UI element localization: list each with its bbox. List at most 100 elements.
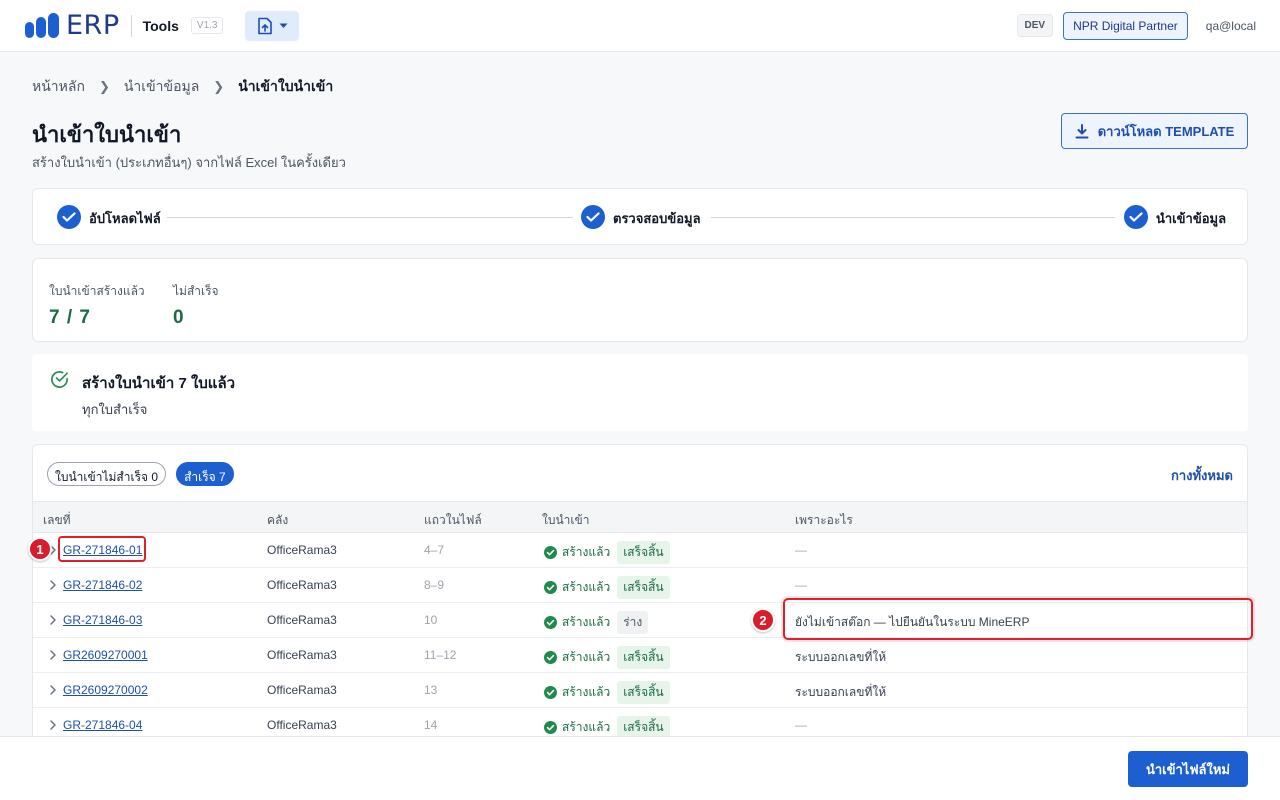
- chevron-right-icon[interactable]: [47, 578, 59, 592]
- check-circle-icon: [544, 651, 557, 664]
- chevron-right-icon[interactable]: [47, 683, 59, 697]
- file-rows-cell: 4–7: [424, 543, 445, 557]
- receipt-number-link[interactable]: GR-271846-04: [63, 718, 142, 732]
- receipt-status: สร้างแล้ว เสร็จสิ้น: [544, 576, 670, 599]
- breadcrumb-home[interactable]: หน้าหลัก: [32, 76, 85, 98]
- warehouse-cell: OfficeRama3: [267, 578, 337, 592]
- step-upload-label: อัปโหลดไฟล์: [89, 211, 161, 226]
- chevron-right-icon[interactable]: [47, 648, 59, 662]
- import-summary: ใบนำเข้าสร้างแล้ว 7 / 7 ไม่สำเร็จ 0: [32, 258, 1248, 342]
- page-title: นำเข้าใบนำเข้า: [32, 122, 182, 147]
- footer-bar: นำเข้าไฟล์ใหม่: [0, 736, 1280, 800]
- reason-cell: —: [795, 543, 807, 557]
- caret-down-icon: [279, 23, 288, 28]
- chevron-right-icon[interactable]: [47, 718, 59, 732]
- file-upload-icon: [258, 17, 272, 34]
- step-connector: [167, 217, 573, 218]
- import-new-file-button[interactable]: นำเข้าไฟล์ใหม่: [1128, 751, 1248, 787]
- check-circle-icon: [544, 581, 557, 594]
- app-name: Tools: [142, 17, 179, 34]
- file-rows-cell: 13: [424, 683, 438, 697]
- status-text: สร้างแล้ว: [562, 580, 611, 594]
- logo-text: ERP: [66, 10, 120, 41]
- receipt-status: สร้างแล้ว ร่าง: [544, 611, 649, 634]
- partner-button[interactable]: NPR Digital Partner: [1063, 11, 1188, 40]
- status-badge: ร่าง: [617, 611, 649, 634]
- import-stepper: อัปโหลดไฟล์ ตรวจสอบข้อมูล นำเข้าข้อมูล: [32, 188, 1248, 245]
- status-badge: เสร็จสิ้น: [617, 681, 670, 704]
- status-text: สร้างแล้ว: [562, 650, 611, 664]
- status-badge: เสร็จสิ้น: [617, 576, 670, 599]
- column-header-number: เลขที่: [43, 513, 71, 527]
- chevron-right-icon[interactable]: [47, 613, 59, 627]
- step-connector: [711, 217, 1115, 218]
- status-text: สร้างแล้ว: [562, 545, 611, 559]
- reason-cell: —: [795, 718, 807, 732]
- check-circle-icon: [544, 546, 557, 559]
- created-stat-value: 7 / 7: [49, 307, 91, 328]
- expand-all-link[interactable]: กางทั้งหมด: [1171, 465, 1233, 486]
- receipt-number-link[interactable]: GR2609270002: [63, 683, 148, 697]
- receipt-number-link[interactable]: GR2609270001: [63, 648, 148, 662]
- logo-mark-icon: [25, 12, 59, 38]
- warehouse-cell: OfficeRama3: [267, 718, 337, 732]
- failed-stat-value: 0: [173, 307, 185, 328]
- callout-number-badge: 2: [751, 608, 775, 632]
- download-template-button[interactable]: ดาวน์โหลด TEMPLATE: [1061, 113, 1248, 149]
- created-stat: ใบนำเข้าสร้างแล้ว 7 / 7: [49, 282, 145, 329]
- status-text: สร้างแล้ว: [562, 615, 611, 629]
- breadcrumb: หน้าหลัก ❯ นำเข้าข้อมูล ❯ นำเข้าใบนำเข้า: [32, 76, 333, 98]
- status-badge: เสร็จสิ้น: [617, 646, 670, 669]
- download-icon: [1075, 123, 1089, 138]
- chevron-right-icon: ❯: [98, 79, 110, 94]
- result-filters: ใบนำเข้าไม่สำเร็จ 0 สำเร็จ 7: [47, 462, 234, 486]
- logo[interactable]: ERP: [24, 10, 120, 41]
- page-subtitle: สร้างใบนำเข้า (ประเภทอื่นๆ) จากไฟล์ Exce…: [32, 155, 346, 170]
- column-header-reason: เพราะอะไร: [795, 513, 853, 527]
- created-stat-label: ใบนำเข้าสร้างแล้ว: [49, 284, 145, 298]
- table-row[interactable]: GR2609270002 OfficeRama3 13 สร้างแล้ว เส…: [33, 673, 1247, 708]
- version-badge: V1.3: [190, 17, 224, 34]
- table-row[interactable]: GR2609270001 OfficeRama3 11–12 สร้างแล้ว…: [33, 638, 1247, 673]
- status-badge: เสร็จสิ้น: [617, 541, 670, 564]
- user-account[interactable]: qa@local: [1206, 19, 1256, 33]
- status-text: สร้างแล้ว: [562, 720, 611, 734]
- column-header-file-rows: แถวในไฟล์: [424, 513, 482, 527]
- filter-failed-chip[interactable]: ใบนำเข้าไม่สำเร็จ 0: [47, 462, 167, 486]
- top-bar: ERP Tools V1.3 DEV NPR Digital Partner q…: [0, 0, 1280, 52]
- warehouse-cell: OfficeRama3: [267, 683, 337, 697]
- warehouse-cell: OfficeRama3: [267, 648, 337, 662]
- check-circle-icon: [544, 686, 557, 699]
- check-circle-icon: [544, 721, 557, 734]
- check-circle-icon: [51, 371, 68, 388]
- env-badge: DEV: [1016, 14, 1054, 37]
- column-header-receipt: ใบนำเข้า: [542, 513, 590, 527]
- step-verify-label: ตรวจสอบข้อมูล: [613, 211, 701, 226]
- warehouse-cell: OfficeRama3: [267, 543, 337, 557]
- callout-highlight-reason: [783, 598, 1253, 640]
- step-check-icon: [1124, 205, 1148, 229]
- reason-cell: —: [795, 578, 807, 592]
- file-rows-cell: 11–12: [424, 648, 457, 662]
- step-check-icon: [57, 205, 81, 229]
- table-header: เลขที่ คลัง แถวในไฟล์ ใบนำเข้า เพราะอะไร: [33, 501, 1247, 533]
- filter-success-chip[interactable]: สำเร็จ 7: [176, 462, 234, 486]
- callout-number-badge: 1: [28, 537, 52, 561]
- step-import-label: นำเข้าข้อมูล: [1156, 211, 1227, 226]
- reason-cell: ระบบออกเลขที่ให้: [795, 685, 887, 699]
- header-divider: [130, 14, 132, 37]
- breadcrumb-data-import[interactable]: นำเข้าข้อมูล: [124, 76, 199, 98]
- receipt-status: สร้างแล้ว เสร็จสิ้น: [544, 646, 670, 669]
- column-header-warehouse: คลัง: [267, 513, 289, 527]
- chevron-right-icon: ❯: [213, 79, 225, 94]
- file-rows-cell: 14: [424, 718, 438, 732]
- file-rows-cell: 8–9: [424, 578, 445, 592]
- upload-menu-button[interactable]: [245, 10, 300, 41]
- table-row[interactable]: GR-271846-01 OfficeRama3 4–7 สร้างแล้ว เ…: [33, 533, 1247, 568]
- receipt-number-link[interactable]: GR-271846-02: [63, 578, 142, 592]
- banner-subtitle: ทุกใบสำเร็จ: [82, 402, 148, 417]
- callout-highlight-receipt-number: [58, 536, 146, 562]
- receipt-number-link[interactable]: GR-271846-03: [63, 613, 142, 627]
- download-template-label: ดาวน์โหลด TEMPLATE: [1097, 123, 1235, 139]
- warehouse-cell: OfficeRama3: [267, 613, 337, 627]
